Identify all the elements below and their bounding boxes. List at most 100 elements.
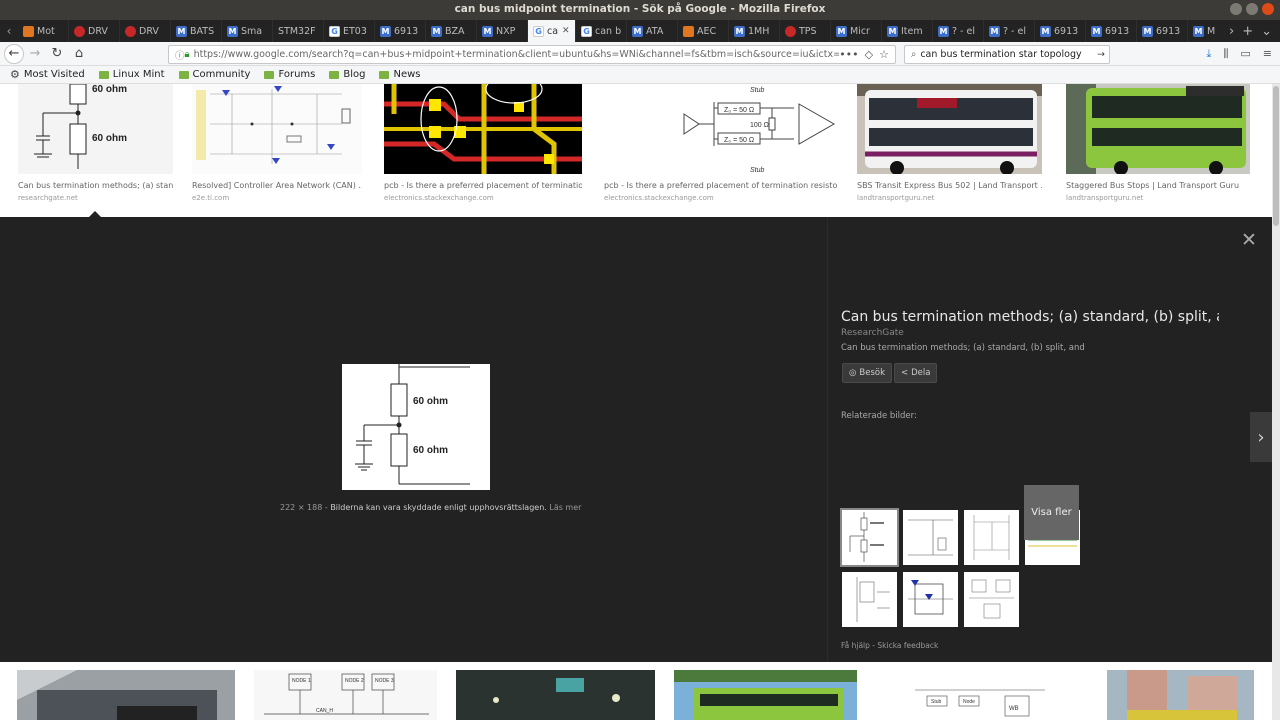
result-thumbnail[interactable] [192,84,362,174]
help-link[interactable]: Få hjälp [841,641,870,650]
result-thumbnail[interactable] [857,84,1042,174]
related-image[interactable] [903,572,958,627]
result-site[interactable]: e2e.ti.com [192,194,362,202]
image-result[interactable]: SBS Transit Express Bus 502 | Land Trans… [857,84,1042,202]
tab[interactable]: M 6913 [1137,20,1188,42]
next-image-button[interactable]: › [1250,412,1272,462]
result-title[interactable]: pcb - Is there a preferred placement of … [604,181,838,190]
maximize-button[interactable] [1246,3,1258,15]
result-thumbnail[interactable]: 60 ohm 60 ohm [18,84,173,174]
tab-scroll-right-icon[interactable]: › [1229,24,1234,39]
tab[interactable]: M NXP [477,20,528,42]
result-title[interactable]: SBS Transit Express Bus 502 | Land Trans… [857,181,1042,190]
tab[interactable]: M 6913 [1035,20,1086,42]
related-image[interactable] [903,510,958,565]
result-thumbnail[interactable] [384,84,582,174]
image-result[interactable]: pcb - Is there a preferred placement of … [384,84,582,202]
minimize-button[interactable] [1230,3,1242,15]
tab[interactable]: M 6913 [1086,20,1137,42]
tab[interactable]: Gcan b [576,20,627,42]
search-go-icon[interactable]: → [1097,49,1109,60]
bookmark-blog[interactable]: Blog [329,69,365,80]
info-icon[interactable]: ⓘ [175,48,185,62]
feedback-link[interactable]: Skicka feedback [877,641,938,650]
bookmark-community[interactable]: Community [178,69,250,80]
result-title[interactable]: pcb - Is there a preferred placement of … [384,181,582,190]
new-tab-icon[interactable]: + [1242,24,1253,39]
tab[interactable]: Mot [18,20,69,42]
related-image[interactable] [964,510,1019,565]
pocket-icon[interactable]: ◇ [865,48,873,61]
result-title[interactable]: Resolved] Controller Area Network (CAN) … [192,181,362,190]
tab[interactable]: STM32F [273,20,324,42]
tab[interactable]: AEC [678,20,729,42]
url-text[interactable]: https://www.google.com/search?q=can+bus+… [194,49,840,60]
tab[interactable]: DRV [69,20,120,42]
close-icon[interactable]: ✕ [1241,229,1257,251]
bookmark-star-icon[interactable]: ☆ [879,48,889,61]
close-tab-icon[interactable]: ✕ [562,26,570,36]
result-title[interactable]: Staggered Bus Stops | Land Transport Gur… [1066,181,1250,190]
preview-image[interactable]: 60 ohm 60 ohm [342,364,490,490]
result-thumbnail[interactable]: Z₀ = 50 Ω Z₀ = 50 Ω 100 Ω Stub Stub [604,84,838,174]
image-result[interactable] [1107,670,1254,720]
result-site[interactable]: researchgate.net [18,194,173,202]
related-image[interactable] [840,508,899,567]
bookmark-most-visited[interactable]: ⚙ Most Visited [10,68,85,81]
search-text[interactable]: can bus termination star topology [920,49,1081,60]
close-window-button[interactable] [1262,3,1274,15]
tab[interactable]: M ATA [627,20,678,42]
tab[interactable]: M 1MH [729,20,780,42]
sidebar-icon[interactable]: ▭ [1240,47,1250,61]
related-image[interactable] [964,572,1019,627]
tab[interactable]: M Sma [222,20,273,42]
image-result[interactable] [17,670,235,720]
tab[interactable]: M Micr [831,20,882,42]
result-site[interactable]: landtransportguru.net [1066,194,1250,202]
image-result[interactable]: Resolved] Controller Area Network (CAN) … [192,84,362,202]
reload-button[interactable]: ↻ [46,43,68,65]
tab[interactable]: MM [1188,20,1221,42]
back-button[interactable]: ← [4,43,24,64]
tab[interactable]: M? - el [984,20,1035,42]
bookmark-forums[interactable]: Forums [264,69,315,80]
related-image[interactable] [842,572,897,627]
forward-button[interactable]: → [24,43,46,65]
tab[interactable]: M BZA [426,20,477,42]
bookmark-news[interactable]: News [379,69,421,80]
page-actions-icon[interactable]: ••• [839,48,858,61]
lock-icon[interactable]: 🔒︎ [185,49,190,60]
tab[interactable]: Gca ✕ [528,20,576,42]
result-site[interactable]: landtransportguru.net [857,194,1042,202]
visit-button[interactable]: ◎ Besök [842,363,893,383]
image-result[interactable]: Stub Node WB [875,670,1089,720]
image-result[interactable]: Z₀ = 50 Ω Z₀ = 50 Ω 100 Ω Stub Stub pcb … [604,84,838,202]
result-site[interactable]: electronics.stackexchange.com [384,194,582,202]
search-box[interactable]: ⌕ can bus termination star topology → [904,45,1110,64]
result-site[interactable]: electronics.stackexchange.com [604,194,838,202]
result-thumbnail[interactable] [1066,84,1250,174]
tab[interactable]: TPS [780,20,831,42]
url-bar[interactable]: ⓘ 🔒︎ https://www.google.com/search?q=can… [168,45,896,64]
menu-icon[interactable]: ≡ [1263,47,1272,61]
tab[interactable]: M 6913 [375,20,426,42]
image-result[interactable] [674,670,857,720]
image-result[interactable]: Staggered Bus Stops | Land Transport Gur… [1066,84,1250,202]
tab[interactable]: G ET03 [324,20,375,42]
panel-title[interactable]: Can bus termination methods; (a) standar… [841,309,1219,325]
image-result[interactable]: NODE 1 NODE 2 NODE 3 CAN_H [254,670,437,720]
scrollbar-thumb[interactable] [1273,86,1279,226]
home-button[interactable]: ⌂ [68,43,90,65]
read-more-link[interactable]: Läs mer [549,503,581,512]
panel-source[interactable]: ResearchGate [841,328,904,338]
tab[interactable]: DRV [120,20,171,42]
share-button[interactable]: < Dela [894,363,938,383]
bookmark-linux-mint[interactable]: Linux Mint [98,69,165,80]
image-result[interactable]: 60 ohm 60 ohm Can bus termination method… [18,84,173,202]
see-more-button[interactable]: Visa fler [1024,485,1079,540]
image-result[interactable] [456,670,655,720]
tab-list-icon[interactable]: ⌄ [1261,24,1272,39]
tab[interactable]: M Item [882,20,933,42]
download-icon[interactable]: ⤓ [1206,47,1211,61]
result-title[interactable]: Can bus termination methods; (a) stan... [18,181,173,190]
